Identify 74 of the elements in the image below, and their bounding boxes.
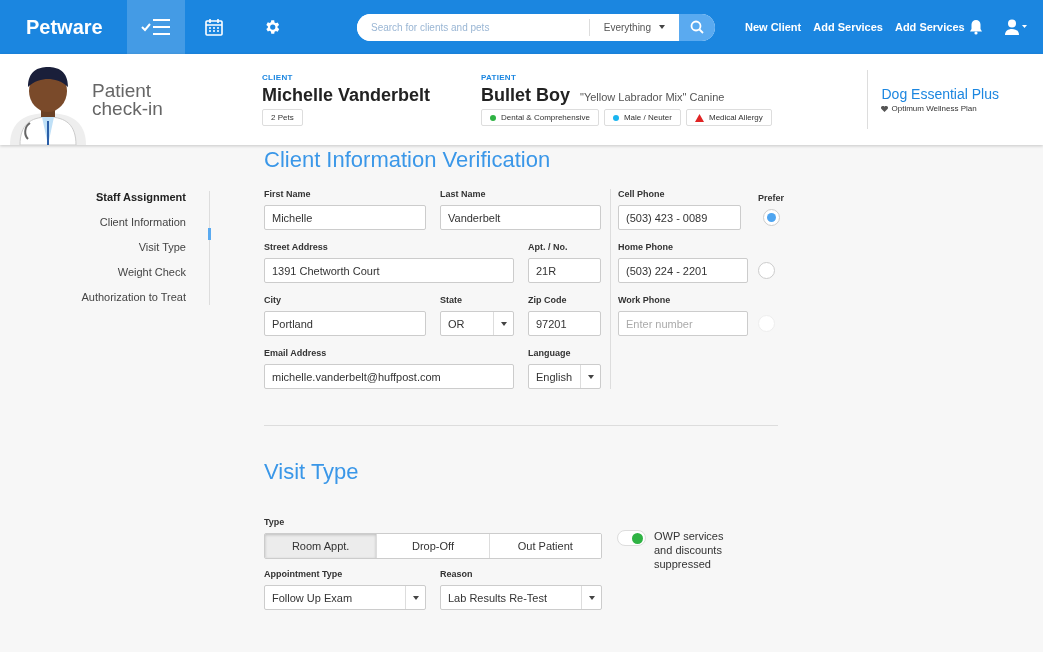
caret-icon (588, 595, 595, 600)
plan-name[interactable]: Dog Essential Plus (881, 86, 999, 102)
page-title: Patient (92, 81, 153, 100)
search-icon (690, 20, 704, 34)
section-title: Visit Type (264, 459, 360, 485)
bell-icon[interactable] (969, 19, 983, 35)
field-label: Type (264, 517, 286, 528)
user-icon[interactable] (1005, 19, 1027, 35)
brand-name[interactable]: Petware (0, 15, 127, 39)
heart-icon (881, 105, 889, 112)
step-link[interactable]: Staff Assignment (95, 191, 186, 207)
prefer-radio[interactable] (762, 209, 780, 226)
caret-icon (500, 321, 507, 326)
caret-icon (659, 25, 665, 29)
prefer-label: Prefer (758, 193, 784, 204)
field-label: Street Address (264, 242, 329, 253)
scroll-indicator (208, 228, 211, 240)
select-field[interactable]: OR (440, 311, 514, 336)
tag-text: Male / Neuter (623, 113, 672, 122)
tag-text: Medical Allergy (708, 113, 763, 122)
step-link[interactable]: Authorization to Treat (81, 291, 186, 307)
field-label: Reason (440, 569, 474, 580)
caret-icon (412, 595, 419, 600)
field-label: City (264, 295, 282, 306)
input-field[interactable]: Vanderbelt (440, 205, 601, 230)
phone-field[interactable]: (503) 423 - 0089 (618, 205, 741, 230)
select-field[interactable]: Follow Up Exam (264, 585, 426, 610)
select-field[interactable]: English (528, 364, 601, 389)
calendar-icon (205, 18, 223, 36)
client-name: Michelle Vanderbelt (262, 85, 432, 106)
plan-subtitle: Optimum Wellness Plan (891, 104, 977, 113)
select-field[interactable]: Lab Results Re-Test (440, 585, 602, 610)
input-field[interactable]: 97201 (528, 311, 601, 336)
input-field[interactable]: michelle.vanderbelt@huffpost.com (264, 364, 514, 389)
step-link[interactable]: Client Information (99, 216, 186, 232)
field-label: Zip Code (528, 295, 568, 306)
caret-icon (587, 374, 594, 379)
field-label: Apt. / No. (528, 242, 569, 253)
field-label: Appointment Type (264, 569, 344, 580)
step-link[interactable]: Visit Type (138, 241, 186, 257)
field-label: First Name (264, 189, 312, 200)
nav-link[interactable]: Add Services (894, 21, 965, 33)
field-label: Cell Phone (618, 189, 666, 200)
owp-text: OWP services and discounts suppressed (654, 529, 725, 571)
phone-field[interactable]: (503) 224 - 2201 (618, 258, 748, 283)
pets-tag[interactable]: 2 Pets (262, 109, 303, 126)
patient-name: Bullet Boy (481, 85, 570, 106)
nav-link[interactable]: Add Services (813, 21, 883, 33)
page-title: check-in (92, 99, 164, 118)
field-label: Language (528, 348, 572, 359)
section-title: Client Information Verification (264, 147, 552, 173)
field-label: Email Address (264, 348, 328, 359)
field-label: Last Name (440, 189, 487, 200)
patient-breed: "Yellow Labrador Mix" Canine (580, 91, 725, 103)
patient-label: PATIENT (481, 73, 518, 82)
field-label: Home Phone (618, 242, 674, 253)
prefer-radio[interactable] (758, 262, 775, 279)
type-option[interactable]: Room Appt. (265, 534, 377, 558)
nav-link[interactable]: New Client (745, 21, 802, 33)
tag-text: Dental & Comprehensive (501, 113, 590, 122)
checklist-icon (141, 18, 171, 36)
input-field[interactable]: 21R (528, 258, 601, 283)
owp-toggle[interactable] (617, 530, 646, 546)
search-button[interactable] (679, 13, 715, 41)
search-field[interactable]: Search for clients and pets Everything (357, 13, 715, 41)
input-field[interactable]: Portland (264, 311, 426, 336)
field-label: Work Phone (618, 295, 672, 306)
input-field[interactable]: Michelle (264, 205, 426, 230)
field-label: State (440, 295, 463, 306)
step-link[interactable]: Weight Check (117, 266, 186, 282)
type-option[interactable]: Out Patient (488, 534, 601, 558)
client-label: CLIENT (262, 73, 294, 82)
nav-tab[interactable] (127, 0, 185, 54)
input-field[interactable]: 1391 Chetworth Court (264, 258, 514, 283)
